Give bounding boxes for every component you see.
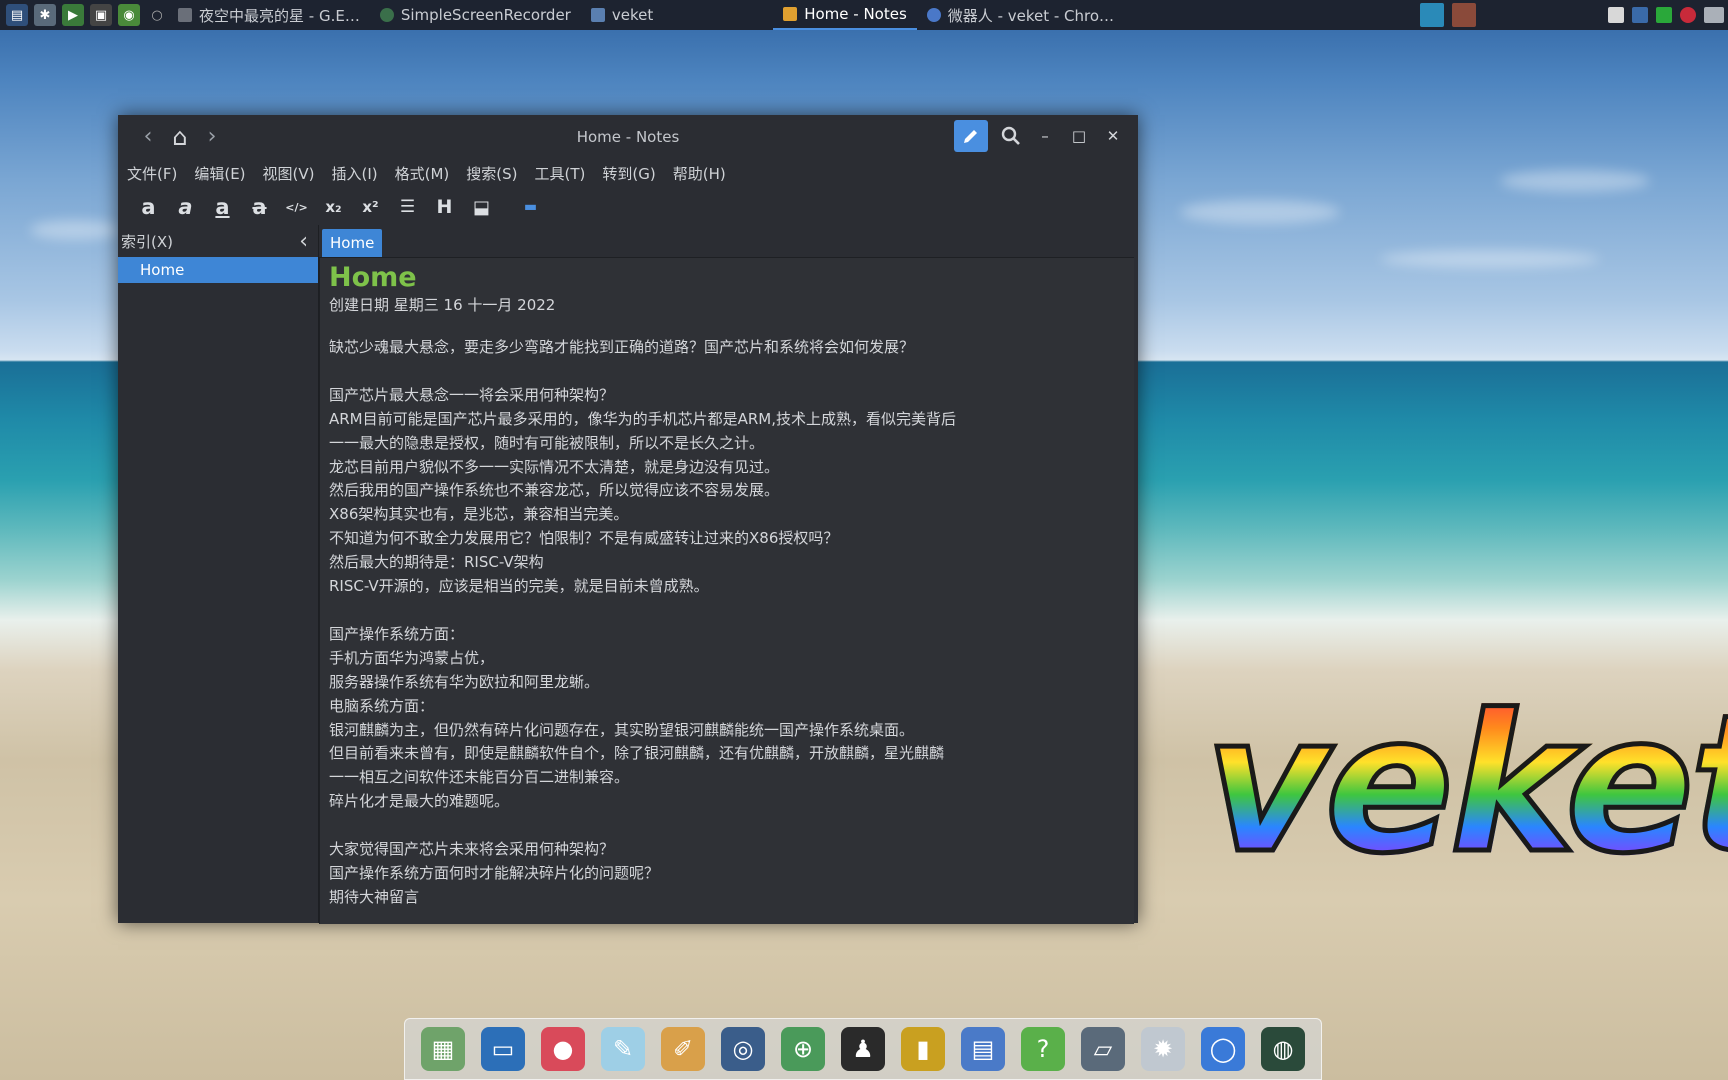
underline-icon[interactable]: a	[204, 193, 241, 221]
keyboard-icon[interactable]	[1704, 7, 1724, 23]
minimize-button[interactable]: –	[1028, 120, 1062, 152]
task-label: 微器人 - veket - Chro…	[947, 6, 1115, 25]
folder-icon[interactable]: ▬	[512, 193, 549, 221]
taskbar-task-chrome[interactable]: 微器人 - veket - Chro…	[917, 0, 1124, 30]
bottom-dock: ▦ ▭ ● ✎ ✐ ◎ ⊕ ♟ ▮ ▤ ? ▱ ✹ ◯ ◍	[404, 1018, 1322, 1080]
chrome-icon[interactable]: ◯	[1201, 1027, 1245, 1071]
notebook-icon[interactable]: ▮	[901, 1027, 945, 1071]
menu-insert[interactable]: 插入(I)	[332, 163, 378, 184]
globe-icon[interactable]: ◍	[1261, 1027, 1305, 1071]
task-label: 夜空中最亮的星 - G.E…	[199, 6, 360, 25]
notes-window: ‹ ⌂ › Home - Notes – □ ✕ 文件(F) 编辑(E) 视图(…	[118, 115, 1138, 924]
browser-launcher-icon[interactable]: ◉	[118, 4, 140, 26]
taskbar-task-notes[interactable]: Home - Notes	[773, 0, 917, 30]
home-icon[interactable]: ⌂	[164, 123, 196, 151]
sidebar-header: 索引(X) ‹	[118, 225, 318, 257]
top-taskbar: ▤ ✱ ▶ ▣ ◉ ○ 夜空中最亮的星 - G.E… SimpleScreenR…	[0, 0, 1728, 30]
network-icon[interactable]: ⊕	[781, 1027, 825, 1071]
qq-penguin-icon[interactable]: ♟	[841, 1027, 885, 1071]
heading-icon[interactable]: H	[426, 193, 463, 221]
title-bar[interactable]: ‹ ⌂ › Home - Notes – □ ✕	[118, 115, 1138, 158]
note-title: Home	[329, 262, 417, 293]
chrome-icon	[926, 8, 941, 22]
menu-search[interactable]: 搜索(S)	[466, 163, 517, 184]
workspace-2-icon[interactable]	[1452, 3, 1476, 27]
task-label: SimpleScreenRecorder	[400, 6, 571, 24]
index-sidebar: 索引(X) ‹ Home	[118, 225, 319, 923]
back-icon[interactable]: ‹	[132, 124, 164, 149]
code-icon[interactable]: </>	[278, 193, 315, 221]
file-manager-icon[interactable]: ▦	[421, 1027, 465, 1071]
menu-format[interactable]: 格式(M)	[395, 163, 450, 184]
menu-bar: 文件(F) 编辑(E) 视图(V) 插入(I) 格式(M) 搜索(S) 工具(T…	[118, 158, 1138, 189]
pig-app-icon[interactable]: ●	[541, 1027, 585, 1071]
scanner-icon[interactable]: ▱	[1081, 1027, 1125, 1071]
format-toolbar: a a a a </> x₂ x² ☰ H ⬓ ▬	[118, 189, 1138, 225]
cloud	[1380, 250, 1600, 268]
pencil-icon	[783, 7, 798, 21]
italic-icon[interactable]: a	[167, 193, 204, 221]
search-icon	[1001, 126, 1020, 145]
menu-tools[interactable]: 工具(T)	[535, 163, 586, 184]
superscript-icon[interactable]: x²	[352, 193, 389, 221]
pencil-icon	[964, 130, 977, 143]
taskbar-task-music[interactable]: 夜空中最亮的星 - G.E…	[168, 0, 370, 30]
taskbar-task-veket[interactable]: veket	[581, 0, 663, 30]
note-body[interactable]: 缺芯少魂最大悬念，要走多少弯路才能找到正确的道路？国产芯片和系统将会如何发展？ …	[329, 336, 956, 910]
settings-gear-icon[interactable]: ✹	[1141, 1027, 1185, 1071]
title-tools: – □ ✕	[954, 120, 1130, 152]
taskbar-pager	[1416, 3, 1480, 27]
text-editor-icon[interactable]: ✎	[601, 1027, 645, 1071]
sidebar-title: 索引(X)	[121, 232, 173, 251]
record-indicator-icon[interactable]: ○	[146, 4, 168, 26]
cloud	[1500, 170, 1650, 192]
edit-mode-button[interactable]	[954, 120, 988, 152]
bold-icon[interactable]: a	[130, 193, 167, 221]
folder-icon	[590, 8, 605, 22]
cloud	[1180, 200, 1340, 224]
menu-edit[interactable]: 编辑(E)	[194, 163, 245, 184]
music-icon	[178, 8, 192, 22]
tab-home[interactable]: Home	[322, 229, 383, 257]
task-label: Home - Notes	[804, 5, 907, 23]
paint-icon[interactable]: ✐	[661, 1027, 705, 1071]
media-player-icon[interactable]: ◎	[721, 1027, 765, 1071]
veket-logo: veket	[1205, 690, 1728, 880]
menu-goto[interactable]: 转到(G)	[602, 163, 655, 184]
battery-icon[interactable]	[1656, 7, 1672, 23]
menu-help[interactable]: 帮助(H)	[673, 163, 726, 184]
start-menu-icon[interactable]: ▤	[6, 4, 28, 26]
record-tray-icon[interactable]	[1680, 7, 1696, 23]
task-label: veket	[611, 6, 654, 24]
clipboard-icon[interactable]	[1608, 7, 1624, 23]
search-button[interactable]	[994, 120, 1028, 152]
system-tray	[1604, 0, 1728, 30]
menu-view[interactable]: 视图(V)	[263, 163, 315, 184]
network-tray-icon[interactable]	[1632, 7, 1648, 23]
terminal-launcher-icon[interactable]: ▣	[90, 4, 112, 26]
help-icon[interactable]: ?	[1021, 1027, 1065, 1071]
spreadsheet-icon[interactable]: ▤	[961, 1027, 1005, 1071]
cloud	[30, 220, 120, 240]
menu-file[interactable]: 文件(F)	[127, 163, 177, 184]
recorder-icon	[379, 8, 394, 22]
monitor-icon[interactable]: ▭	[481, 1027, 525, 1071]
bullet-list-icon[interactable]: ☰	[389, 193, 426, 221]
close-button[interactable]: ✕	[1096, 120, 1130, 152]
strikethrough-icon[interactable]: a	[241, 193, 278, 221]
workspace-1-icon[interactable]	[1420, 3, 1444, 27]
tab-row: Home	[319, 225, 1138, 257]
note-created-date: 创建日期 星期三 16 十一月 2022	[329, 296, 556, 314]
taskbar-task-recorder[interactable]: SimpleScreenRecorder	[370, 0, 581, 30]
note-content-area: Home Home 创建日期 星期三 16 十一月 2022 缺芯少魂最大悬念，…	[319, 225, 1138, 924]
insert-image-icon[interactable]: ⬓	[463, 193, 500, 221]
play-launcher-icon[interactable]: ▶	[62, 4, 84, 26]
settings-launcher-icon[interactable]: ✱	[34, 4, 56, 26]
note-editor[interactable]: Home 创建日期 星期三 16 十一月 2022 缺芯少魂最大悬念，要走多少弯…	[319, 257, 1134, 924]
collapse-sidebar-icon[interactable]: ‹	[299, 229, 308, 254]
sidebar-item-home[interactable]: Home	[118, 257, 318, 283]
subscript-icon[interactable]: x₂	[315, 193, 352, 221]
forward-icon[interactable]: ›	[196, 124, 228, 149]
maximize-button[interactable]: □	[1062, 120, 1096, 152]
